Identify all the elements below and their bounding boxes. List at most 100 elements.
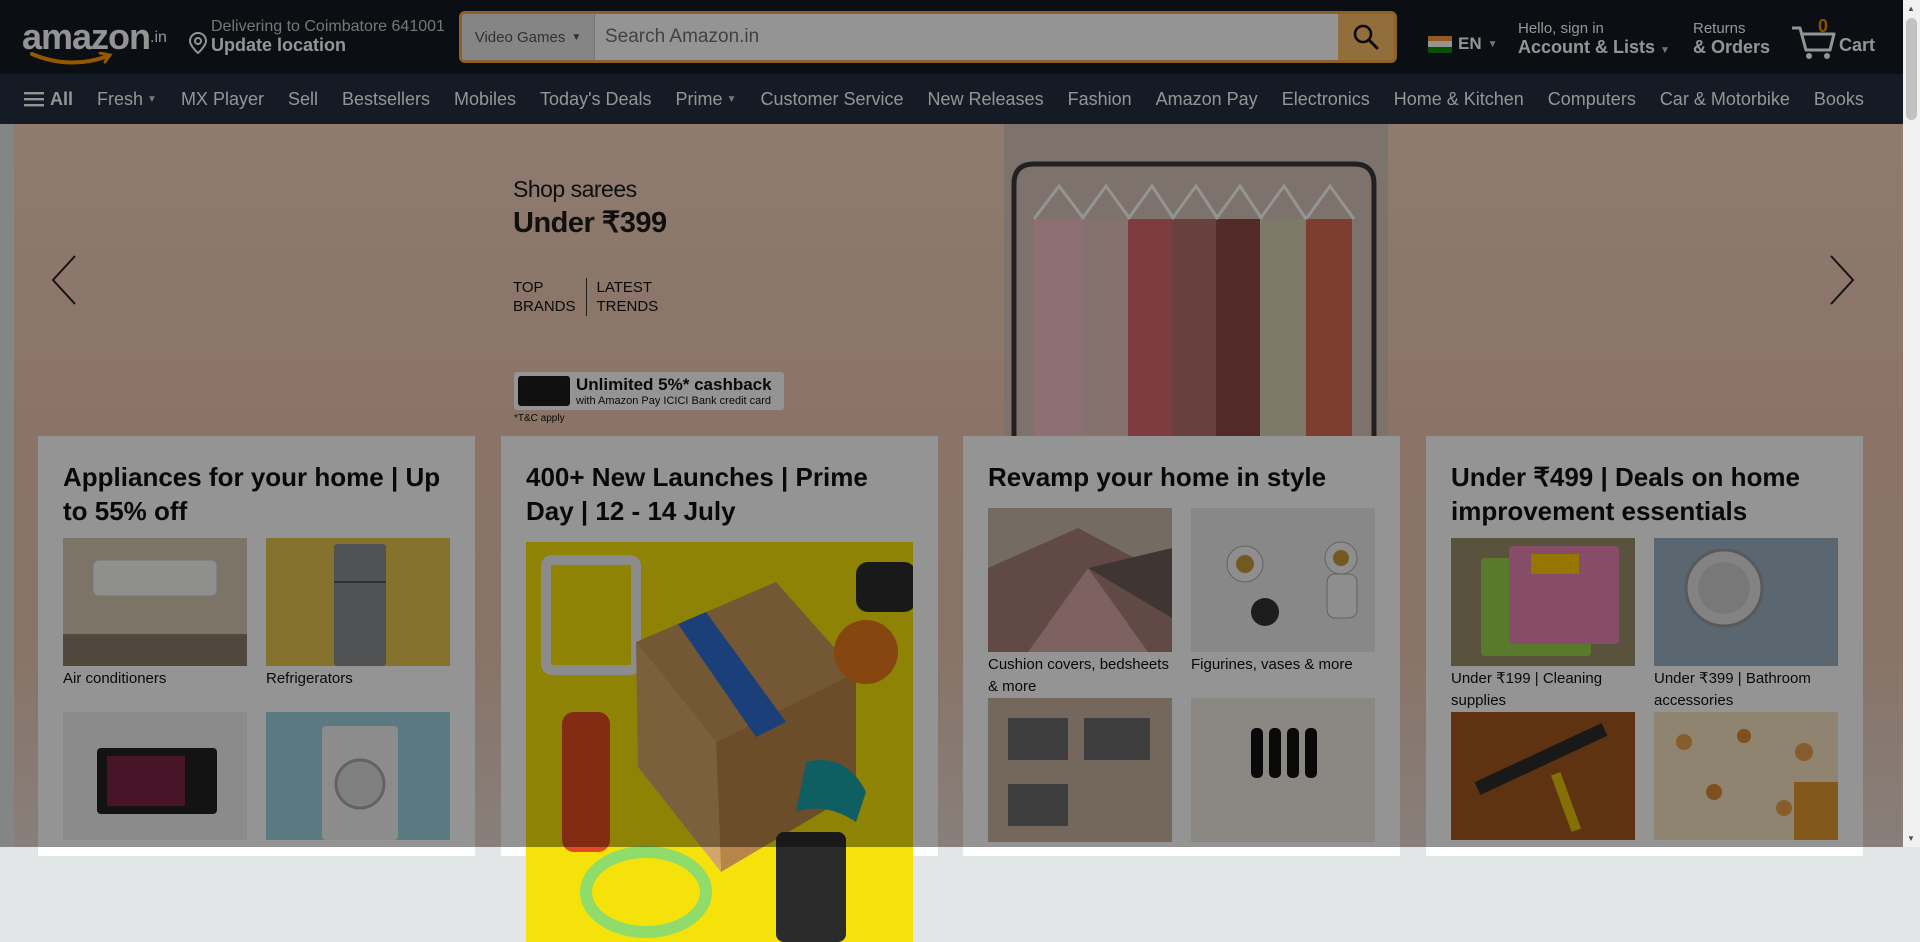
nav-item-label: Computers <box>1547 88 1636 109</box>
nav-item-car-motorbike[interactable]: Car & Motorbike <box>1648 89 1802 110</box>
prime-day-illustration <box>526 542 913 942</box>
scroll-down-icon[interactable]: ▼ <box>1907 834 1915 843</box>
nav-item-label: Fashion <box>1067 88 1132 109</box>
search-button[interactable] <box>1338 14 1394 60</box>
tile-bathroom-accessories[interactable]: Under ₹399 | Bathroom accessories <box>1654 538 1838 712</box>
wall-lamp-image <box>1191 698 1375 842</box>
nav-item-home-kitchen[interactable]: Home & Kitchen <box>1382 89 1536 110</box>
hero-tag-top-brands: TOP BRANDS <box>513 278 576 316</box>
all-menu-label: All <box>50 88 74 109</box>
caret-down-icon: ▼ <box>1660 45 1670 56</box>
card-home-improvement-deals: Under ₹499 | Deals on home improvement e… <box>1426 436 1863 856</box>
cashback-banner: Unlimited 5%* cashback with Amazon Pay I… <box>514 372 784 410</box>
nav-item-customer-service[interactable]: Customer Service <box>748 89 915 110</box>
deliver-line1: Delivering to Coimbatore 641001 <box>211 18 445 35</box>
shower-head-image <box>1654 538 1838 666</box>
card-title: Revamp your home in style <box>988 462 1327 492</box>
terms-note: *T&C apply <box>514 413 565 424</box>
saree-rack-image <box>1004 124 1388 436</box>
tile-wall-lamp[interactable] <box>1191 698 1375 842</box>
nav-item-new-releases[interactable]: New Releases <box>916 89 1056 110</box>
nav-item-label: Prime <box>675 88 723 109</box>
tile-grid: Cushion covers, bedsheets & more Figurin… <box>988 508 1375 842</box>
wall-lamp-illustration <box>1191 698 1375 842</box>
nav-item-label: Today's Deals <box>540 88 652 109</box>
returns-orders-link[interactable]: Returns & Orders <box>1693 20 1770 58</box>
tile-storage-shelves[interactable] <box>988 698 1172 842</box>
search-input[interactable] <box>595 14 1338 60</box>
india-flag-icon <box>1428 35 1452 53</box>
caret-down-icon: ▼ <box>726 93 737 105</box>
tile-label: Figurines, vases & more <box>1191 656 1353 673</box>
language-selector[interactable]: EN ▼ <box>1428 34 1498 54</box>
hero-tag-latest-trends: LATEST TRENDS <box>597 278 659 316</box>
nav-item-amazon-pay[interactable]: Amazon Pay <box>1144 89 1270 110</box>
nav-item-electronics[interactable]: Electronics <box>1270 89 1382 110</box>
update-location-link[interactable]: Update location <box>211 35 346 56</box>
tile-tools[interactable] <box>1451 712 1635 840</box>
top-header: amazon .in Delivering to Coimbatore 6410… <box>0 0 1920 74</box>
tile-washing-machine[interactable] <box>266 712 450 840</box>
nav-item-label: Bestsellers <box>341 88 431 109</box>
tile-figurines-vases[interactable]: Figurines, vases & more <box>1191 508 1375 698</box>
shower-head-illustration <box>1654 538 1838 666</box>
hero-line1: Shop sarees <box>513 176 637 202</box>
scrollbar-thumb[interactable] <box>1906 18 1917 120</box>
nav-item-label: Sell <box>287 88 318 109</box>
prime-day-launches-image[interactable] <box>526 542 913 942</box>
hero-headline: Shop sarees Under ₹399 <box>513 176 667 240</box>
language-label: EN <box>1458 34 1482 53</box>
cart-button[interactable]: 0 Cart <box>1790 16 1880 60</box>
tile-air-conditioners[interactable]: Air conditioners <box>63 538 247 712</box>
microwave-image <box>63 712 247 840</box>
tile-refrigerators[interactable]: Refrigerators <box>266 538 450 712</box>
cart-icon <box>1792 26 1836 59</box>
nav-item-mobiles[interactable]: Mobiles <box>442 89 528 110</box>
air-conditioner-image <box>63 538 247 666</box>
account-lists-label: Account & Lists <box>1518 37 1656 57</box>
nav-item-todays-deals[interactable]: Today's Deals <box>528 89 664 110</box>
carousel-prev-icon[interactable] <box>49 254 79 306</box>
location-pin-icon <box>188 32 208 54</box>
card-appliances: Appliances for your home | Up to 55% off… <box>38 436 475 856</box>
nav-item-bestsellers[interactable]: Bestsellers <box>330 89 442 110</box>
tile-microwave[interactable] <box>63 712 247 840</box>
nav-item-books[interactable]: Books <box>1802 89 1876 110</box>
card-title: Under ₹499 | Deals on home improvement e… <box>1451 462 1800 526</box>
hero-tagline: TOP BRANDS LATEST TRENDS <box>513 278 658 316</box>
tile-cleaning-supplies[interactable]: Under ₹199 | Cleaning supplies <box>1451 538 1635 712</box>
scroll-up-icon[interactable]: ▲ <box>1907 4 1915 13</box>
tile-grid: Under ₹199 | Cleaning supplies Under ₹39… <box>1451 538 1838 840</box>
wallpaper-image <box>1654 712 1838 840</box>
nav-item-computers[interactable]: Computers <box>1536 89 1648 110</box>
page-scrollbar[interactable]: ▲ ▼ <box>1903 0 1920 847</box>
all-menu-button[interactable]: All <box>0 89 85 110</box>
nav-item-label: Books <box>1813 88 1864 109</box>
hero-tag-text: BRANDS <box>513 298 576 315</box>
carousel-next-icon[interactable] <box>1827 254 1857 306</box>
caret-down-icon: ▼ <box>571 31 582 43</box>
logo-suffix: .in <box>150 29 167 46</box>
nav-item-prime[interactable]: Prime ▼ <box>664 89 749 110</box>
amazon-logo[interactable]: amazon .in <box>22 14 167 65</box>
astronaut-figurines-illustration <box>1191 508 1375 652</box>
nav-item-fashion[interactable]: Fashion <box>1056 89 1144 110</box>
nav-item-label: Electronics <box>1281 88 1370 109</box>
hand-tools-illustration <box>1451 712 1635 840</box>
nav-item-fresh[interactable]: Fresh ▼ <box>85 89 169 110</box>
figurines-image <box>1191 508 1375 652</box>
saree-rack-illustration <box>1004 124 1388 436</box>
credit-card-icon <box>518 376 570 406</box>
nav-item-mx-player[interactable]: MX Player <box>169 89 276 110</box>
rug-image <box>988 508 1172 652</box>
tile-cushion-covers[interactable]: Cushion covers, bedsheets & more <box>988 508 1172 698</box>
account-lists-menu[interactable]: Hello, sign in Account & Lists ▼ <box>1518 20 1670 58</box>
account-lists-row: Account & Lists ▼ <box>1518 37 1670 58</box>
cashback-subtitle: with Amazon Pay ICICI Bank credit card <box>576 395 772 407</box>
tile-wallpaper[interactable] <box>1654 712 1838 840</box>
search-category-dropdown[interactable]: Video Games ▼ <box>462 14 595 60</box>
nav-item-sell[interactable]: Sell <box>276 89 330 110</box>
account-greeting: Hello, sign in <box>1518 20 1604 37</box>
cleaning-supplies-image <box>1451 538 1635 666</box>
card-title: Appliances for your home | Up to 55% off <box>63 462 441 526</box>
